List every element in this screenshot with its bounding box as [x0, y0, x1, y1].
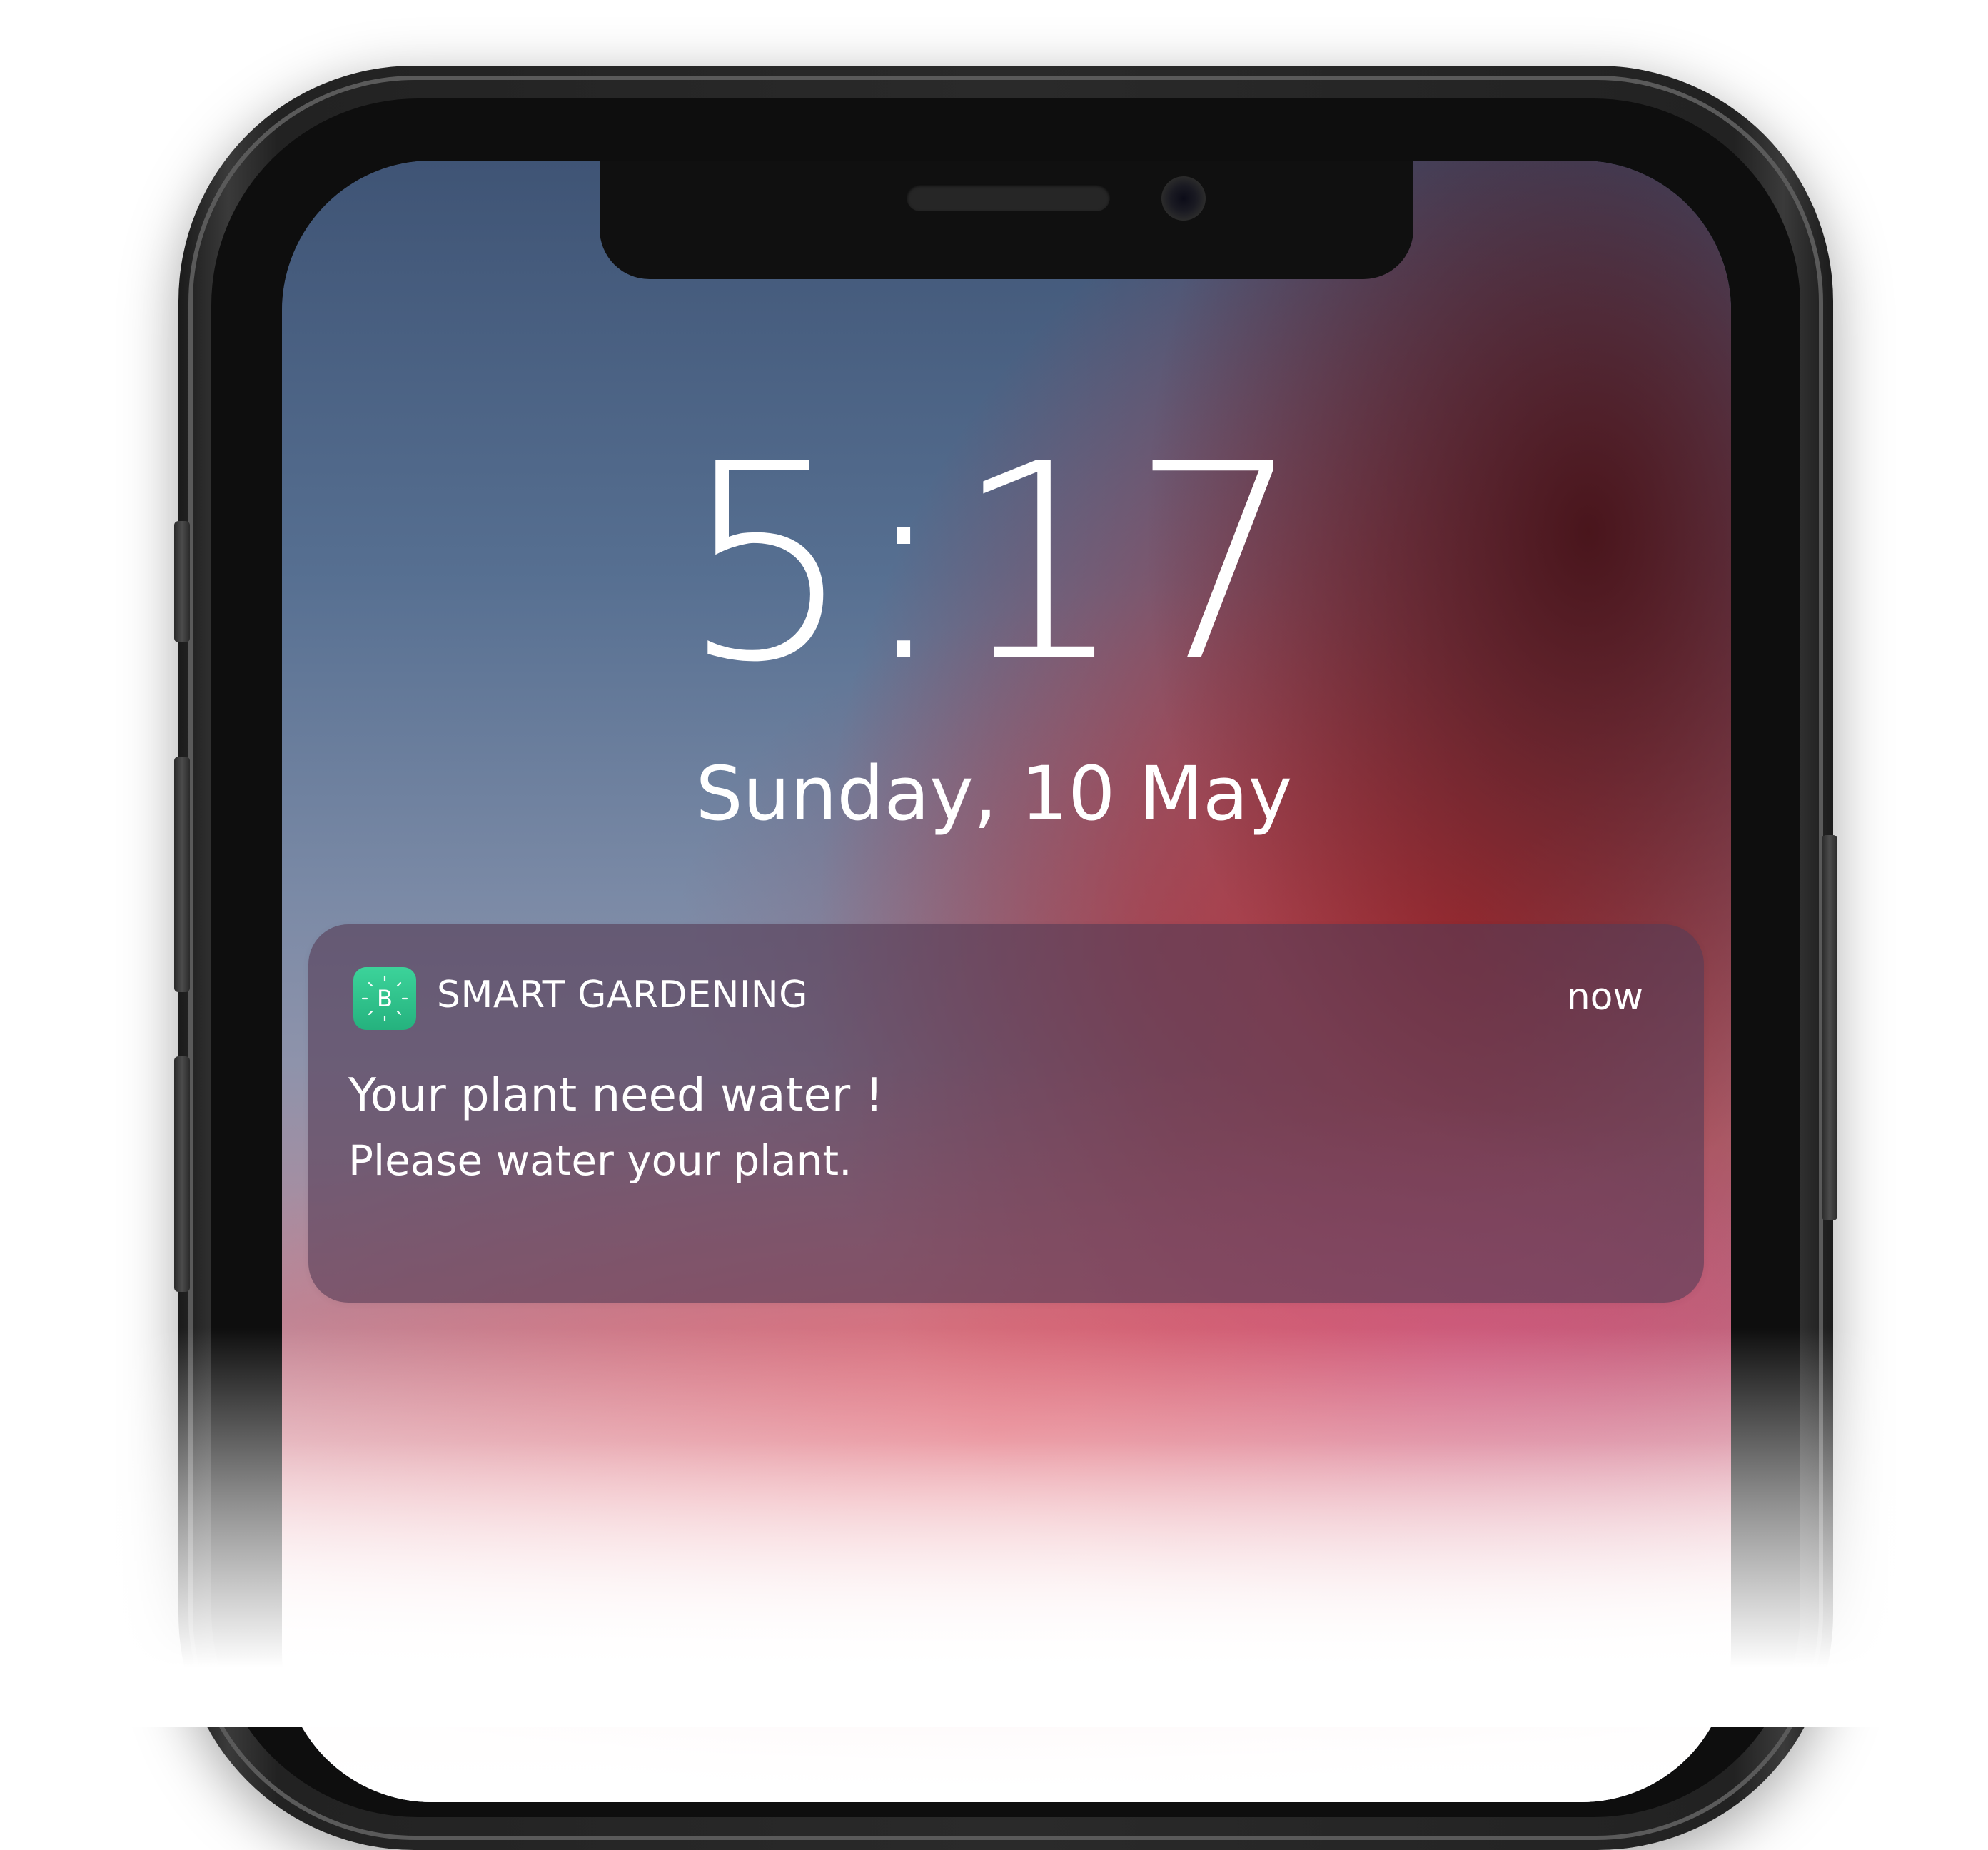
- notification-body: Please water your plant.: [348, 1136, 852, 1185]
- notification-app-name: SMART GARDENING: [437, 974, 808, 1016]
- lock-screen-date: Sunday, 10 May: [695, 750, 1293, 837]
- front-camera: [1161, 176, 1206, 221]
- notification-title: Your plant need water !: [348, 1069, 884, 1122]
- volume-down-button: [174, 1056, 190, 1292]
- lock-screen-time: 5:17: [680, 405, 1308, 722]
- speaker-grille: [907, 184, 1110, 211]
- notification-timestamp: now: [1566, 976, 1643, 1018]
- svg-text:B: B: [377, 985, 393, 1012]
- power-button: [1822, 835, 1837, 1220]
- bottom-fade: [0, 1328, 1988, 1727]
- blynk-b-icon: B: [353, 967, 416, 1030]
- notch: [600, 161, 1413, 279]
